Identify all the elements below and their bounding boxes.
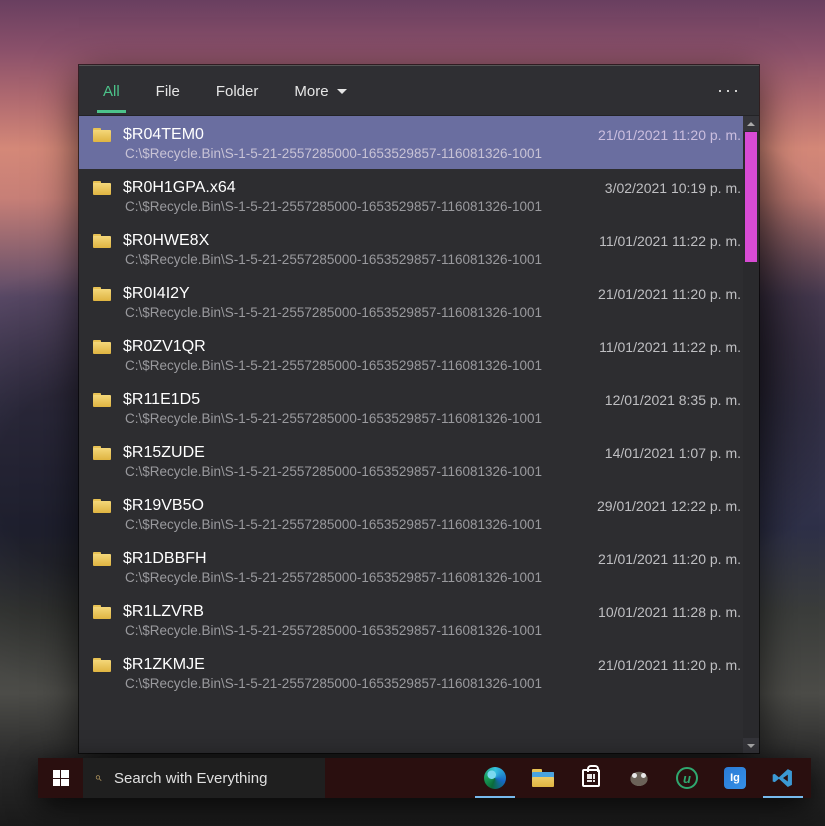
result-path: C:\$Recycle.Bin\S-1-5-21-2557285000-1653… [93,623,741,638]
result-date: 14/01/2021 1:07 p. m. [585,445,741,461]
taskbar-app-edge[interactable] [471,758,519,798]
result-date: 21/01/2021 11:20 p. m. [578,127,741,143]
folder-icon [93,181,111,195]
result-name: $R1DBBFH [123,550,207,568]
taskbar-app-gimp[interactable] [615,758,663,798]
tab-folder[interactable]: Folder [210,69,265,113]
result-path: C:\$Recycle.Bin\S-1-5-21-2557285000-1653… [93,517,741,532]
taskbar-app-explorer[interactable] [519,758,567,798]
igdm-icon: Ig [724,767,746,789]
overflow-menu-button[interactable]: ··· [709,74,749,107]
file-explorer-icon [532,769,554,787]
result-path: C:\$Recycle.Bin\S-1-5-21-2557285000-1653… [93,570,741,585]
start-button[interactable] [38,758,83,798]
result-row[interactable]: $R04TEM0 21/01/2021 11:20 p. m. C:\$Recycl… [79,116,759,169]
result-date: 21/01/2021 11:20 p. m. [578,551,741,567]
folder-icon [93,128,111,142]
result-name: $R1LZVRB [123,603,204,621]
tab-more-label: More [294,83,328,100]
taskbar: u Ig [38,758,811,798]
gimp-icon [627,769,651,787]
taskbar-pinned-apps: u Ig [471,758,811,798]
tab-file[interactable]: File [150,69,186,113]
result-path: C:\$Recycle.Bin\S-1-5-21-2557285000-1653… [93,358,741,373]
result-date: 21/01/2021 11:20 p. m. [578,657,741,673]
taskbar-app-utorrent[interactable]: u [663,758,711,798]
folder-icon [93,446,111,460]
result-row[interactable]: $R11E1D5 12/01/2021 8:35 p. m. C:\$Recycle… [79,381,759,434]
microsoft-store-icon [582,769,600,787]
edge-icon [484,767,506,789]
result-path: C:\$Recycle.Bin\S-1-5-21-2557285000-1653… [93,199,741,214]
result-path: C:\$Recycle.Bin\S-1-5-21-2557285000-1653… [93,252,741,267]
result-row[interactable]: $R1ZKMJE 21/01/2021 11:20 p. m. C:\$Recycl… [79,646,759,699]
folder-icon [93,552,111,566]
result-date: 11/01/2021 11:22 p. m. [579,339,741,355]
result-row[interactable]: $R0I4I2Y 21/01/2021 11:20 p. m. C:\$Recycl… [79,275,759,328]
folder-icon [93,287,111,301]
result-row[interactable]: $R1DBBFH 21/01/2021 11:20 p. m. C:\$Recycl… [79,540,759,593]
result-name: $R0HWE8X [123,232,209,250]
folder-icon [93,393,111,407]
result-row[interactable]: $R19VB5O 29/01/2021 12:22 p. m. C:\$Recycl… [79,487,759,540]
windows-logo-icon [53,770,69,786]
result-row[interactable]: $R0ZV1QR 11/01/2021 11:22 p. m. C:\$Recycl… [79,328,759,381]
result-row[interactable]: $R0H1GPA.x64 3/02/2021 10:19 p. m. C:\$Rec… [79,169,759,222]
taskbar-app-igdm[interactable]: Ig [711,758,759,798]
result-name: $R04TEM0 [123,126,204,144]
search-icon [95,770,102,786]
result-name: $R19VB5O [123,497,204,515]
chevron-down-icon [337,89,347,94]
taskbar-app-vscode[interactable] [759,758,807,798]
folder-icon [93,605,111,619]
result-row[interactable]: $R1LZVRB 10/01/2021 11:28 p. m. C:\$Recycl… [79,593,759,646]
everything-search-window: All File Folder More ··· $R04TEM0 21/01/2… [79,65,759,753]
result-name: $R0ZV1QR [123,338,206,356]
result-date: 3/02/2021 10:19 p. m. [585,180,741,196]
folder-icon [93,234,111,248]
result-name: $R11E1D5 [123,391,200,409]
folder-icon [93,340,111,354]
result-date: 11/01/2021 11:22 p. m. [579,233,741,249]
scrollbar[interactable] [743,116,759,753]
result-name: $R1ZKMJE [123,656,205,674]
folder-icon [93,658,111,672]
taskbar-search[interactable] [83,758,325,798]
taskbar-app-store[interactable] [567,758,615,798]
result-path: C:\$Recycle.Bin\S-1-5-21-2557285000-1653… [93,411,741,426]
scroll-down-button[interactable] [743,738,759,753]
result-name: $R0H1GPA.x64 [123,179,236,197]
result-row[interactable]: $R0HWE8X 11/01/2021 11:22 p. m. C:\$Recycl… [79,222,759,275]
tab-more[interactable]: More [288,69,352,113]
result-date: 12/01/2021 8:35 p. m. [585,392,741,408]
folder-icon [93,499,111,513]
result-path: C:\$Recycle.Bin\S-1-5-21-2557285000-1653… [93,676,741,691]
scroll-thumb[interactable] [745,132,757,262]
vscode-icon [772,767,794,789]
tab-all[interactable]: All [97,69,126,113]
result-date: 29/01/2021 12:22 p. m. [577,498,741,514]
scroll-up-button[interactable] [743,116,759,131]
result-date: 21/01/2021 11:20 p. m. [578,286,741,302]
result-name: $R15ZUDE [123,444,205,462]
result-path: C:\$Recycle.Bin\S-1-5-21-2557285000-1653… [93,146,741,161]
result-path: C:\$Recycle.Bin\S-1-5-21-2557285000-1653… [93,464,741,479]
result-name: $R0I4I2Y [123,285,190,303]
results-list[interactable]: $R04TEM0 21/01/2021 11:20 p. m. C:\$Recycl… [79,116,759,753]
result-path: C:\$Recycle.Bin\S-1-5-21-2557285000-1653… [93,305,741,320]
taskbar-search-input[interactable] [114,770,313,787]
filter-tabs: All File Folder More ··· [79,66,759,116]
result-date: 10/01/2021 11:28 p. m. [578,604,741,620]
utorrent-icon: u [676,767,698,789]
result-row[interactable]: $R15ZUDE 14/01/2021 1:07 p. m. C:\$Recycle… [79,434,759,487]
